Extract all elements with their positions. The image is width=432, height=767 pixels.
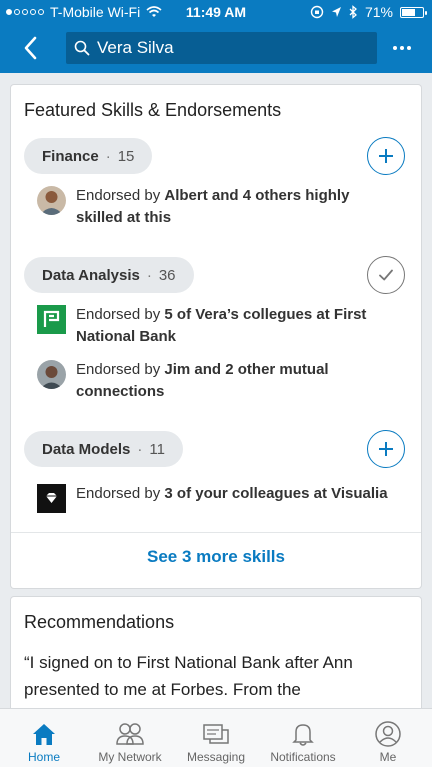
messaging-icon xyxy=(203,724,229,744)
location-icon xyxy=(331,7,341,17)
albert-avatar xyxy=(37,186,66,215)
endorsement-text: Endorsed by Jim and 2 other mutual conne… xyxy=(76,359,397,403)
skill-name: Data Analysis xyxy=(42,266,140,284)
separator-dot: · xyxy=(146,266,152,284)
endorsement-text: Endorsed by Albert and 4 others highly s… xyxy=(76,185,397,229)
skill-count: 36 xyxy=(158,266,176,284)
tab-label: Notifications xyxy=(270,750,336,764)
endorsed-by-prefix: Endorsed by xyxy=(76,306,165,323)
skill-pill-data-analysis[interactable]: Data Analysis · 36 xyxy=(24,257,194,293)
network-icon xyxy=(116,723,144,745)
status-bar: T-Mobile Wi-Fi 11:49 AM 71% xyxy=(0,0,432,24)
add-endorsement-button-data-models[interactable] xyxy=(367,430,405,468)
endorsed-by-prefix: Endorsed by xyxy=(76,485,165,502)
search-field[interactable]: Vera Silva xyxy=(66,32,377,64)
endorsement-data-models-1: Endorsed by 3 of your colleagues at Visu… xyxy=(37,483,397,513)
battery-percent: 71% xyxy=(364,4,393,20)
endorsement-text: Endorsed by 3 of your colleagues at Visu… xyxy=(76,483,388,505)
add-endorsement-button-finance[interactable] xyxy=(367,137,405,175)
skill-pill-finance[interactable]: Finance · 15 xyxy=(24,138,153,174)
search-icon xyxy=(74,40,90,56)
endorsement-text: Endorsed by 5 of Vera’s collegues at Fir… xyxy=(76,304,397,348)
separator-dot: · xyxy=(105,147,111,165)
profile-icon xyxy=(375,721,401,747)
endorsement-data-analysis-1: Endorsed by 5 of Vera’s collegues at Fir… xyxy=(37,304,397,348)
plus-icon xyxy=(379,149,393,163)
tab-label: Messaging xyxy=(186,750,246,764)
tab-label: Home xyxy=(27,750,60,764)
tab-label: Me xyxy=(379,750,397,764)
first-national-bank-logo xyxy=(37,305,66,334)
back-arrow-icon[interactable] xyxy=(20,34,44,62)
skills-card-title: Featured Skills & Endorsements xyxy=(24,100,282,120)
tab-my-network[interactable]: My Network xyxy=(94,709,166,767)
skill-count: 15 xyxy=(117,147,135,165)
endorsed-button-data-analysis[interactable] xyxy=(367,256,405,294)
bell-icon xyxy=(292,724,314,746)
top-bar: T-Mobile Wi-Fi 11:49 AM 71% Vera Silva xyxy=(0,0,432,73)
search-value: Vera Silva xyxy=(97,38,174,57)
separator-dot: · xyxy=(137,440,143,458)
battery-icon xyxy=(400,6,427,18)
endorsed-by-prefix: Endorsed by xyxy=(76,361,165,378)
bluetooth-icon xyxy=(349,5,357,19)
visualia-logo xyxy=(37,484,66,513)
checkmark-icon xyxy=(379,269,393,281)
battery-fill xyxy=(402,8,416,16)
tab-notifications[interactable]: Notifications xyxy=(264,709,342,767)
skill-pill-data-models[interactable]: Data Models · 11 xyxy=(24,431,183,467)
endorsers: 3 of your colleagues at Visualia xyxy=(164,485,388,502)
tab-home[interactable]: Home xyxy=(24,709,64,767)
endorsement-finance-1: Endorsed by Albert and 4 others highly s… xyxy=(37,185,397,229)
endorsement-data-analysis-2: Endorsed by Jim and 2 other mutual conne… xyxy=(37,359,397,403)
status-right: 71% xyxy=(310,4,427,20)
more-options-icon[interactable] xyxy=(393,46,411,50)
plus-icon xyxy=(379,442,393,456)
home-icon xyxy=(33,724,55,745)
skill-name: Finance xyxy=(42,147,99,165)
bottom-tab-bar: Home My Network Messaging Notifications xyxy=(0,708,432,767)
skills-card: Featured Skills & Endorsements Finance ·… xyxy=(11,85,421,588)
endorsed-by-prefix: Endorsed by xyxy=(76,187,165,204)
tab-messaging[interactable]: Messaging xyxy=(184,709,248,767)
see-more-skills-link[interactable]: See 3 more skills xyxy=(11,547,421,567)
tab-me[interactable]: Me xyxy=(368,709,408,767)
jim-avatar xyxy=(37,360,66,389)
skill-count: 11 xyxy=(149,440,165,458)
skill-name: Data Models xyxy=(42,440,131,458)
card-divider xyxy=(11,532,421,533)
recommendations-title: Recommendations xyxy=(24,612,175,632)
tab-label: My Network xyxy=(98,750,162,764)
recommendation-quote: “I signed on to First National Bank afte… xyxy=(24,653,353,699)
rotation-lock-icon xyxy=(310,5,324,19)
